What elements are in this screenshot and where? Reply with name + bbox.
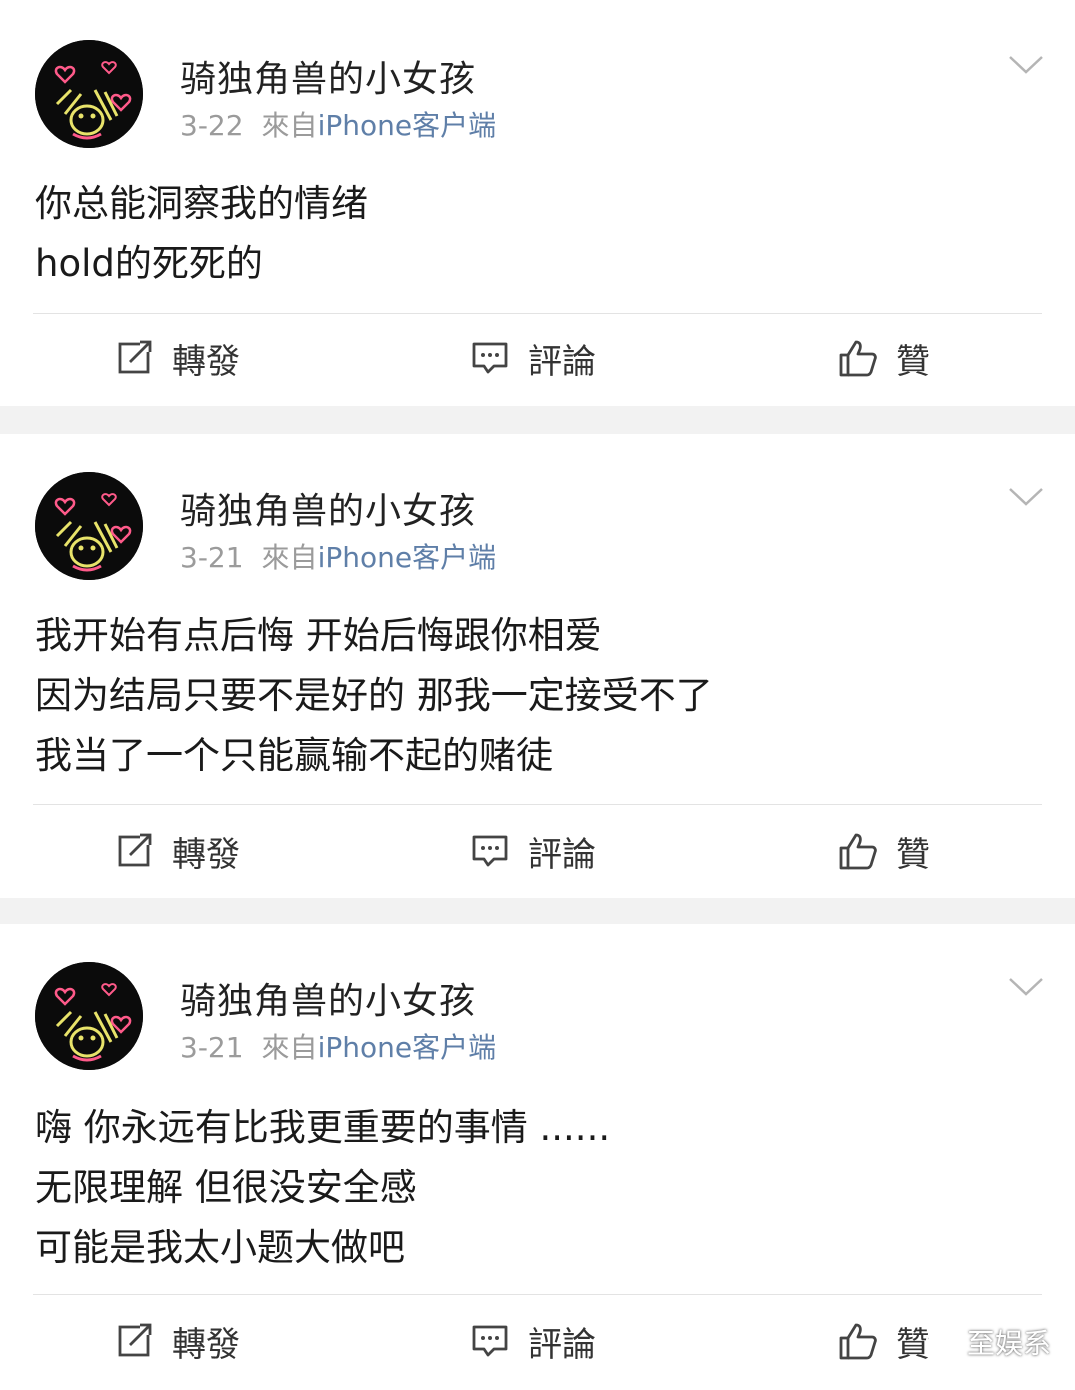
post-date: 3-21 [180, 1031, 244, 1064]
post-text-line: 你总能洞察我的情绪 [35, 182, 368, 225]
like-button[interactable]: 贊 [838, 333, 930, 383]
like-button[interactable]: 贊 [838, 826, 930, 876]
neon-bear-avatar-icon [35, 472, 143, 580]
comment-label: 評論 [528, 341, 596, 382]
thumbs-up-icon [838, 1321, 878, 1361]
post-content: 嗨 你永远有比我更重要的事情 ...... 无限理解 但很没安全感 可能是我太小… [35, 1098, 1045, 1278]
chevron-down-icon[interactable] [1008, 54, 1044, 76]
comment-icon [470, 831, 510, 871]
comment-icon [470, 338, 510, 378]
post-meta: 3-22 來自iPhone客户端 [180, 104, 496, 144]
post-card: 骑独角兽的小女孩 3-21 來自iPhone客户端 我开始有点后悔 开始后悔跟你相… [0, 434, 1075, 898]
comment-button[interactable]: 評論 [470, 333, 596, 383]
chevron-down-icon[interactable] [1008, 976, 1044, 998]
divider [33, 1294, 1042, 1295]
post-text-line: 可能是我太小题大做吧 [35, 1226, 405, 1269]
username[interactable]: 骑独角兽的小女孩 [180, 482, 476, 534]
post-content: 我开始有点后悔 开始后悔跟你相爱 因为结局只要不是好的 那我一定接受不了 我当了… [35, 606, 1045, 786]
repost-label: 轉發 [172, 1324, 240, 1365]
post-meta: 3-21 來自iPhone客户端 [180, 536, 496, 576]
avatar[interactable] [35, 472, 143, 580]
post-text-line: hold的死死的 [35, 242, 263, 285]
watermark: 至娱系 [925, 1322, 1051, 1362]
post-card: 骑独角兽的小女孩 3-21 來自iPhone客户端 嗨 你永远有比我更重要的事情 … [0, 924, 1075, 1390]
repost-label: 轉發 [172, 341, 240, 382]
like-label: 贊 [896, 834, 930, 875]
repost-label: 轉發 [172, 834, 240, 875]
post-text-line: 我开始有点后悔 开始后悔跟你相爱 [35, 614, 602, 657]
post-text-line: 无限理解 但很没安全感 [35, 1166, 417, 1209]
comment-button[interactable]: 評論 [470, 1316, 596, 1366]
post-meta: 3-21 來自iPhone客户端 [180, 1026, 496, 1066]
repost-button[interactable]: 轉發 [114, 333, 240, 383]
username[interactable]: 骑独角兽的小女孩 [180, 972, 476, 1024]
like-label: 贊 [896, 341, 930, 382]
like-button[interactable]: 贊 [838, 1316, 930, 1366]
source-client-link[interactable]: iPhone客户端 [318, 541, 497, 574]
wechat-icon [926, 1330, 958, 1354]
post-content: 你总能洞察我的情绪 hold的死死的 [35, 174, 1045, 294]
watermark-text: 至娱系 [967, 1327, 1052, 1360]
avatar[interactable] [35, 40, 143, 148]
thumbs-up-icon [838, 831, 878, 871]
repost-button[interactable]: 轉發 [114, 1316, 240, 1366]
thumbs-up-icon [838, 338, 878, 378]
comment-button[interactable]: 評論 [470, 826, 596, 876]
comment-icon [470, 1321, 510, 1361]
post-card: 骑独角兽的小女孩 3-22 來自iPhone客户端 你总能洞察我的情绪 hold的… [0, 0, 1075, 406]
post-text-line: 因为结局只要不是好的 那我一定接受不了 [35, 674, 713, 717]
comment-label: 評論 [528, 1324, 596, 1365]
source-prefix: 來自 [261, 541, 318, 574]
repost-button[interactable]: 轉發 [114, 826, 240, 876]
post-date: 3-22 [180, 109, 244, 142]
source-client-link[interactable]: iPhone客户端 [318, 1031, 497, 1064]
source-prefix: 來自 [261, 109, 318, 142]
weibo-feed: 骑独角兽的小女孩 3-22 來自iPhone客户端 你总能洞察我的情绪 hold的… [0, 0, 1075, 1390]
repost-icon [114, 831, 154, 871]
repost-icon [114, 1321, 154, 1361]
source-client-link[interactable]: iPhone客户端 [318, 109, 497, 142]
comment-label: 評論 [528, 834, 596, 875]
source-prefix: 來自 [261, 1031, 318, 1064]
post-date: 3-21 [180, 541, 244, 574]
username[interactable]: 骑独角兽的小女孩 [180, 50, 476, 102]
neon-bear-avatar-icon [35, 40, 143, 148]
post-text-line: 嗨 你永远有比我更重要的事情 ...... [35, 1106, 611, 1149]
divider [33, 804, 1042, 805]
post-text-line: 我当了一个只能赢输不起的赌徒 [35, 734, 553, 777]
neon-bear-avatar-icon [35, 962, 143, 1070]
chevron-down-icon[interactable] [1008, 486, 1044, 508]
avatar[interactable] [35, 962, 143, 1070]
repost-icon [114, 338, 154, 378]
divider [33, 313, 1042, 314]
